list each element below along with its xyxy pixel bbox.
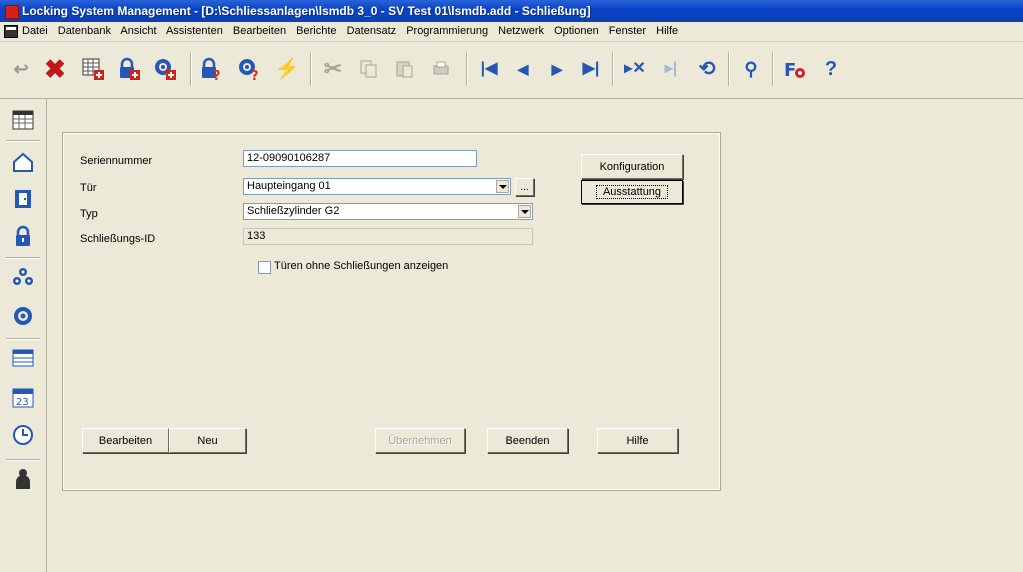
type-select-value: Schließzylinder G2 (247, 205, 340, 217)
show-doors-checkbox[interactable] (258, 261, 271, 274)
menu-ansicht[interactable]: Ansicht (120, 25, 156, 37)
equipment-button[interactable]: Ausstattung (581, 180, 683, 204)
lock-icon[interactable] (8, 221, 38, 251)
menu-programmierung[interactable]: Programmierung (406, 25, 488, 37)
menu-datenbank[interactable]: Datenbank (58, 25, 111, 37)
lightning-icon[interactable]: ⚡ (272, 54, 302, 84)
navigation-sidebar: 23 (0, 99, 47, 572)
menu-netzwerk[interactable]: Netzwerk (498, 25, 544, 37)
next-record-icon[interactable]: ▶ (542, 54, 572, 84)
help-button[interactable]: Hilfe (597, 428, 678, 453)
menu-bearbeiten[interactable]: Bearbeiten (233, 25, 286, 37)
key-icon[interactable] (8, 301, 38, 331)
new-lock-icon[interactable] (114, 54, 144, 84)
toolbar: ↩ ✖ ? ? ⚡ ✂ |◀ ◀ ▶ ▶| ▸✕ ▸| ⟲ ⚲ F ? (0, 42, 1023, 99)
matrix-view-icon[interactable] (8, 105, 38, 135)
type-label: Typ (80, 208, 98, 220)
toolbar-separator (310, 52, 312, 86)
configuration-button-label: Konfiguration (599, 160, 665, 173)
undo-arrow-icon[interactable]: ↩ (6, 54, 36, 84)
menu-hilfe[interactable]: Hilfe (656, 25, 678, 37)
person-icon[interactable] (8, 464, 38, 494)
show-doors-label: Türen ohne Schließungen anzeigen (274, 260, 449, 272)
toolbar-separator (772, 52, 774, 86)
title-bar: Locking System Management - [D:\Schliess… (0, 0, 1023, 22)
toolbar-separator (728, 52, 730, 86)
delete-record-icon[interactable]: ▸✕ (620, 54, 650, 84)
close-button-label: Beenden (505, 434, 550, 447)
svg-text:?: ? (251, 69, 259, 81)
apply-button-label: Übernehmen (388, 434, 452, 447)
menu-assistenten[interactable]: Assistenten (166, 25, 223, 37)
door-label: Tür (80, 182, 97, 194)
help-icon[interactable]: ? (816, 54, 846, 84)
home-icon[interactable] (8, 147, 38, 177)
serial-number-label: Seriennummer (80, 155, 153, 167)
print-icon[interactable] (426, 54, 456, 84)
door-browse-button[interactable]: ... (515, 178, 534, 196)
first-record-icon[interactable]: |◀ (474, 54, 504, 84)
calendar-icon[interactable]: 23 (8, 382, 38, 412)
menu-bar: Datei Datenbank Ansicht Assistenten Bear… (0, 22, 1023, 42)
access-time-icon[interactable] (8, 420, 38, 450)
key-group-icon[interactable] (8, 262, 38, 292)
sidebar-separator (6, 140, 40, 142)
cut-icon[interactable]: ✂ (318, 54, 348, 84)
door-select[interactable]: Haupteingang 01 (243, 178, 511, 195)
close-button[interactable]: Beenden (487, 428, 568, 453)
menu-optionen[interactable]: Optionen (554, 25, 599, 37)
configuration-button[interactable]: Konfiguration (581, 154, 683, 179)
lock-query-icon[interactable]: ? (196, 54, 226, 84)
edit-button-label: Bearbeiten (98, 434, 153, 447)
svg-text:?: ? (213, 69, 221, 81)
menu-berichte[interactable]: Berichte (296, 25, 336, 37)
menu-datensatz[interactable]: Datensatz (347, 25, 397, 37)
lock-id-label: Schließungs-ID (80, 233, 156, 245)
filter-settings-icon[interactable]: F (780, 54, 810, 84)
chevron-down-icon[interactable] (496, 180, 509, 193)
toolbar-separator (466, 52, 468, 86)
new-button-label: Neu (197, 434, 218, 447)
sidebar-separator (6, 257, 40, 259)
time-zone-icon[interactable] (8, 343, 38, 373)
paste-icon[interactable] (390, 54, 420, 84)
search-icon[interactable]: ⚲ (736, 54, 766, 84)
sidebar-separator (6, 459, 40, 461)
refresh-icon[interactable]: ⟲ (692, 54, 722, 84)
edit-button[interactable]: Bearbeiten (82, 428, 169, 453)
type-select[interactable]: Schließzylinder G2 (243, 203, 533, 220)
svg-text:F: F (784, 60, 796, 81)
previous-record-icon[interactable]: ◀ (508, 54, 538, 84)
chevron-down-icon[interactable] (518, 205, 531, 218)
new-record-icon[interactable]: ▸| (656, 54, 686, 84)
sidebar-separator (6, 338, 40, 340)
app-icon (5, 5, 19, 19)
apply-button[interactable]: Übernehmen (375, 428, 465, 453)
serial-number-field[interactable]: 12-09090106287 (243, 150, 477, 167)
menu-datei[interactable]: Datei (22, 25, 48, 37)
help-button-label: Hilfe (626, 434, 649, 447)
document-system-icon[interactable] (4, 25, 18, 38)
toolbar-separator (612, 52, 614, 86)
delete-x-icon[interactable]: ✖ (40, 54, 70, 84)
door-icon[interactable] (8, 184, 38, 214)
door-select-value: Haupteingang 01 (247, 180, 331, 192)
new-key-icon[interactable] (150, 54, 180, 84)
equipment-button-label: Ausstattung (595, 185, 669, 199)
toolbar-separator (190, 52, 192, 86)
lock-id-field: 133 (243, 228, 533, 245)
new-matrix-icon[interactable] (78, 54, 108, 84)
window-title: Locking System Management - [D:\Schliess… (22, 4, 591, 18)
new-button[interactable]: Neu (169, 428, 246, 453)
copy-icon[interactable] (354, 54, 384, 84)
menu-fenster[interactable]: Fenster (609, 25, 646, 37)
svg-text:23: 23 (16, 397, 29, 408)
key-query-icon[interactable]: ? (234, 54, 264, 84)
last-record-icon[interactable]: ▶| (576, 54, 606, 84)
